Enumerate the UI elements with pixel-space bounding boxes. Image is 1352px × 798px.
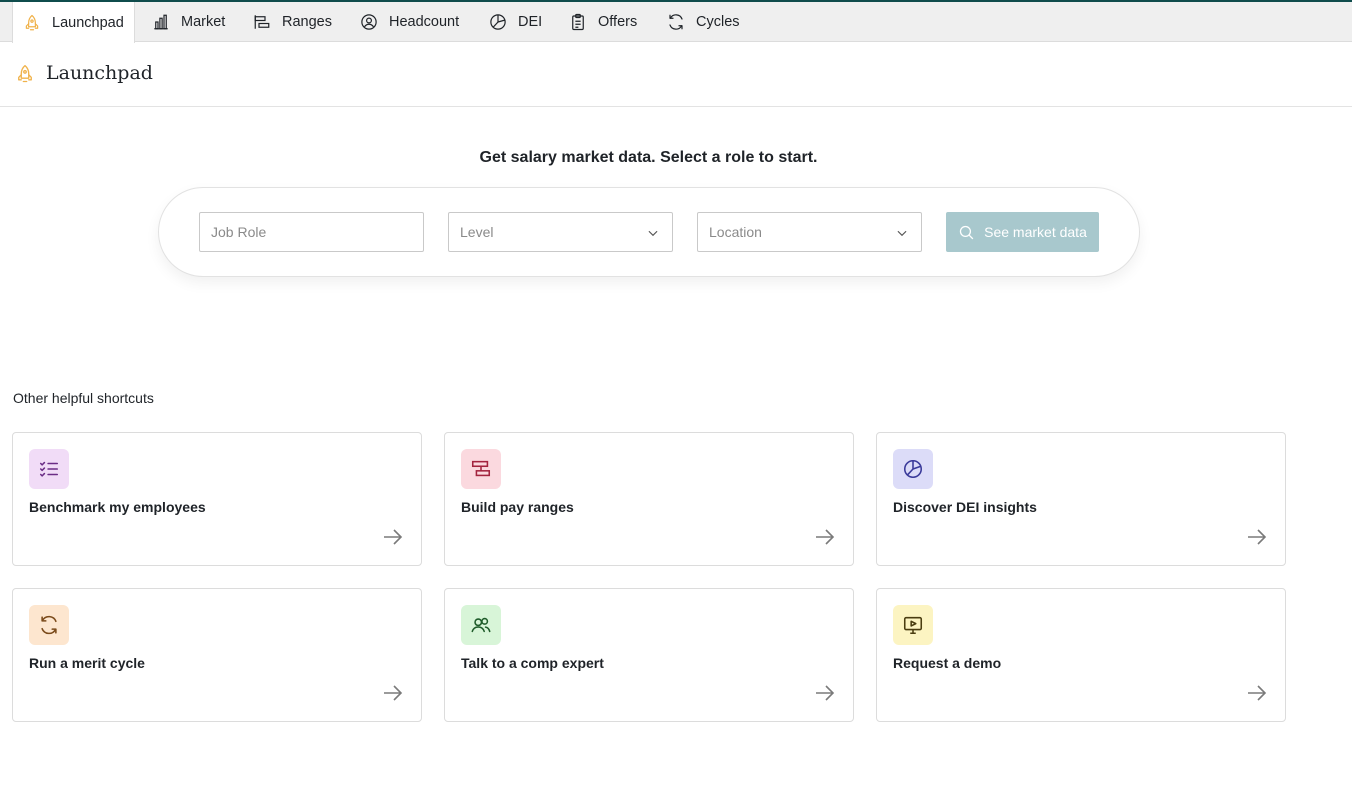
shortcut-label: Run a merit cycle [29, 655, 145, 671]
tab-label: DEI [518, 14, 543, 30]
chevron-down-icon [897, 230, 907, 237]
arrow-right-icon [1248, 529, 1267, 545]
tab-offers[interactable]: Offers [569, 2, 637, 42]
tab-launchpad[interactable]: Launchpad [12, 2, 135, 43]
location-placeholder: Location [709, 224, 762, 240]
location-select[interactable]: Location [697, 212, 922, 252]
tab-label: Headcount [389, 14, 460, 30]
shortcut-card-merit-cycle[interactable]: Run a merit cycle [12, 588, 422, 722]
shortcut-card-comp-expert[interactable]: Talk to a comp expert [444, 588, 854, 722]
tab-headcount[interactable]: Headcount [360, 2, 459, 42]
icon-tile [29, 605, 69, 645]
arrow-right-icon [1248, 685, 1267, 701]
rocket-icon [25, 14, 39, 30]
chevron-down-icon [648, 230, 658, 237]
refresh-icon [669, 14, 683, 30]
level-select[interactable]: Level [448, 212, 673, 252]
shortcut-label: Request a demo [893, 655, 1002, 671]
tab-label: Ranges [282, 14, 332, 30]
shortcut-label: Build pay ranges [461, 499, 574, 515]
tab-label: Cycles [696, 14, 740, 30]
tab-bar: Launchpad Market Ranges Headcount DEI Of… [0, 2, 1352, 43]
tab-label: Offers [598, 14, 638, 30]
shortcut-label: Benchmark my employees [29, 499, 206, 515]
job-role-field[interactable] [199, 212, 424, 252]
shortcut-card-request-demo[interactable]: Request a demo [876, 588, 1286, 722]
tab-label: Launchpad [52, 14, 124, 31]
level-placeholder: Level [460, 224, 494, 240]
shortcuts-heading: Other helpful shortcuts [13, 390, 154, 406]
shortcut-card-dei[interactable]: Discover DEI insights [876, 432, 1286, 566]
pie-chart-icon [903, 459, 923, 479]
icon-tile [461, 605, 501, 645]
tab-cycles[interactable]: Cycles [667, 2, 740, 42]
pie-chart-icon [490, 14, 506, 30]
shortcut-label: Discover DEI insights [893, 499, 1037, 515]
arrow-right-icon [816, 685, 835, 701]
ranges-icon [471, 460, 491, 477]
shortcut-label: Talk to a comp expert [461, 655, 604, 671]
page-title: Launchpad [46, 62, 153, 84]
user-circle-icon [361, 14, 377, 30]
search-icon [959, 225, 974, 239]
search-prompt: Get salary market data. Select a role to… [479, 149, 818, 166]
checklist-icon [39, 461, 59, 477]
arrow-right-icon [384, 529, 403, 545]
shortcut-card-benchmark[interactable]: Benchmark my employees [12, 432, 422, 566]
tab-label: Market [181, 14, 226, 30]
arrow-right-icon [816, 529, 835, 545]
icon-tile [29, 449, 69, 489]
tab-ranges[interactable]: Ranges [253, 2, 332, 42]
rocket-icon [18, 65, 32, 83]
clipboard-icon [572, 13, 584, 31]
icon-tile [461, 449, 501, 489]
arrow-right-icon [384, 685, 403, 701]
bar-chart-icon [154, 14, 168, 30]
job-role-input[interactable] [200, 213, 423, 251]
refresh-icon [41, 615, 57, 635]
ranges-icon [254, 15, 270, 29]
page-header: Launchpad [0, 42, 1352, 107]
shortcut-card-pay-ranges[interactable]: Build pay ranges [444, 432, 854, 566]
icon-tile [893, 449, 933, 489]
see-market-data-button[interactable]: See market data [946, 212, 1099, 252]
tab-market[interactable]: Market [152, 2, 225, 42]
video-icon [903, 616, 923, 635]
users-icon [471, 617, 491, 633]
icon-tile [893, 605, 933, 645]
see-market-data-label: See market data [984, 224, 1087, 240]
tab-dei[interactable]: DEI [489, 2, 542, 42]
